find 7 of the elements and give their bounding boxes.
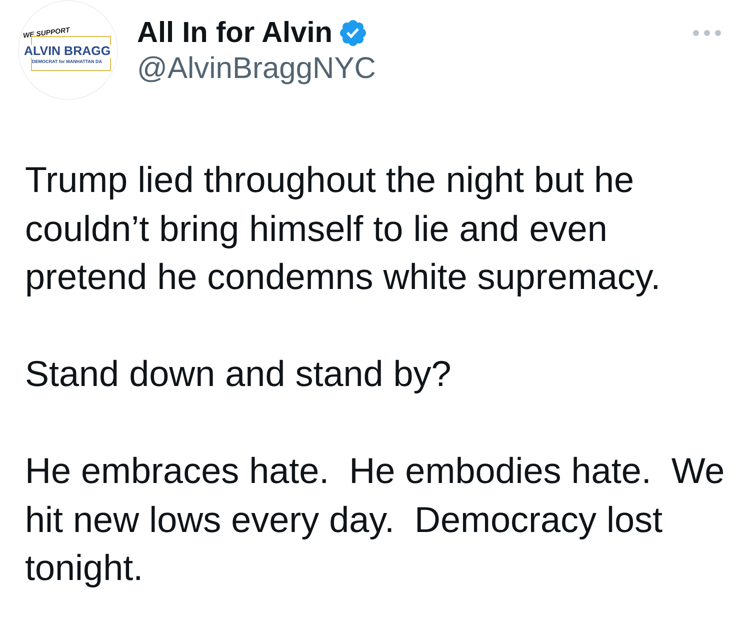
logo-name: ALVIN BRAGG xyxy=(24,45,111,58)
user-handle[interactable]: @AlvinBraggNYC xyxy=(137,51,376,87)
display-name[interactable]: All In for Alvin xyxy=(137,15,332,51)
tweet-paragraph: Stand down and stand by? xyxy=(25,352,452,396)
tweet-paragraph: Trump lied throughout the night but he couldn’t bring himself to lie and even pretend he condemns white supremacy. xyxy=(25,158,662,299)
more-icon[interactable] xyxy=(693,30,721,36)
tweet-paragraph: He embraces hate. He embodies hate. We hit new lows every day. Democracy lost tonight. xyxy=(25,449,726,590)
